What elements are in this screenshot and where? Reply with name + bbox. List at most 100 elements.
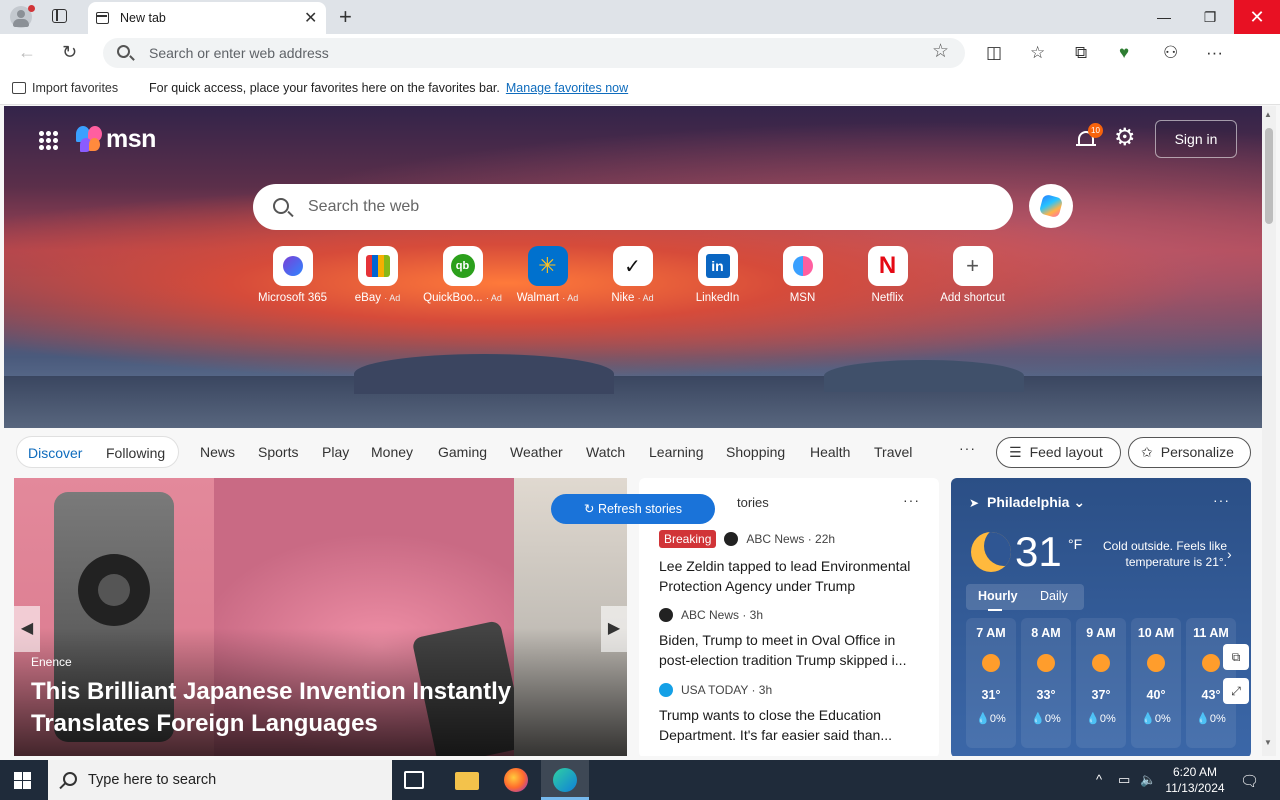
feed-nav: Discover Following News Sports Play Mone… [4, 432, 1262, 472]
nav-shopping[interactable]: Shopping [726, 444, 785, 460]
shortcut-label: Nike [611, 292, 635, 304]
collections-icon[interactable]: ⧉ [1075, 43, 1087, 63]
story-headline[interactable]: This Brilliant Japanese Invention Instan… [31, 676, 611, 740]
shortcut-ebay[interactable]: eBay · Ad [335, 246, 420, 304]
web-search-box[interactable]: Search the web [253, 184, 1013, 230]
feed-layout-button[interactable]: ☰ Feed layout [996, 437, 1121, 468]
settings-gear-icon[interactable]: ⚙ [1114, 126, 1136, 150]
copilot-button[interactable] [1029, 184, 1073, 228]
clock[interactable]: 6:20 AM 11/13/2024 [1160, 764, 1230, 796]
split-screen-icon[interactable]: ◫ [986, 43, 1002, 63]
network-icon[interactable]: ▭ [1118, 772, 1130, 788]
featured-story-card[interactable]: Enence This Brilliant Japanese Invention… [14, 478, 627, 756]
weather-more-button[interactable]: ··· [1213, 492, 1230, 508]
chevron-down-icon: ⌄ [1073, 494, 1086, 510]
scroll-up-icon[interactable]: ▲ [1264, 110, 1272, 119]
top-stories-more-button[interactable]: ··· [903, 492, 920, 508]
sign-in-button[interactable]: Sign in [1155, 120, 1237, 158]
address-bar[interactable]: Search or enter web address ☆ [103, 38, 965, 68]
story-title: Trump wants to close the Education Depar… [659, 707, 893, 743]
nav-learning[interactable]: Learning [649, 444, 704, 460]
web-search-input[interactable]: Search the web [308, 198, 419, 216]
tab-daily[interactable]: Daily [1040, 589, 1068, 603]
scroll-thumb[interactable] [1265, 128, 1273, 224]
refresh-icon[interactable]: ↻ [62, 42, 77, 63]
firefox-icon[interactable] [504, 768, 528, 792]
manage-favorites-link[interactable]: Manage favorites now [506, 81, 628, 95]
shortcut-nike[interactable]: ✓ Nike · Ad [590, 246, 675, 304]
close-tab-icon[interactable]: ✕ [304, 8, 317, 28]
windows-start-icon[interactable] [14, 772, 31, 789]
scroll-down-icon[interactable]: ▼ [1264, 738, 1272, 747]
refresh-stories-button[interactable]: ↻ Refresh stories [551, 494, 715, 524]
weather-location[interactable]: Philadelphia ⌄ [987, 494, 1085, 511]
nav-weather[interactable]: Weather [510, 444, 563, 460]
favorite-star-icon[interactable]: ☆ [932, 40, 949, 63]
msn-logo[interactable]: msn [76, 124, 156, 154]
tab-following[interactable]: Following [106, 445, 165, 461]
browser-essentials-icon[interactable]: ♥ [1119, 43, 1129, 63]
restore-button[interactable]: ❐ [1187, 0, 1233, 34]
edge-icon[interactable] [553, 768, 577, 792]
hour-rain: 💧0% [976, 713, 1006, 725]
nav-news[interactable]: News [200, 444, 235, 460]
taskbar-search-input[interactable]: Type here to search [88, 772, 216, 788]
nav-sports[interactable]: Sports [258, 444, 298, 460]
hour-column: 10 AM 40° 💧0% [1131, 618, 1181, 748]
nav-money[interactable]: Money [371, 444, 413, 460]
file-explorer-icon[interactable] [455, 772, 479, 790]
nav-travel[interactable]: Travel [874, 444, 912, 460]
back-icon[interactable]: ← [18, 42, 36, 63]
task-view-icon[interactable] [404, 771, 424, 789]
new-tab-button[interactable]: + [339, 4, 352, 30]
nav-gaming[interactable]: Gaming [438, 444, 487, 460]
close-window-button[interactable]: ✕ [1234, 0, 1280, 34]
minimize-button[interactable]: — [1141, 0, 1187, 34]
taskbar-search-box[interactable]: Type here to search [48, 760, 392, 800]
volume-icon[interactable]: 🔈 [1140, 772, 1156, 788]
tab-actions-icon[interactable] [52, 9, 67, 23]
sun-icon [1202, 654, 1220, 672]
tab-title: New tab [120, 11, 166, 25]
story-item[interactable]: USA TODAY · 3h Trump wants to close the … [659, 683, 929, 745]
shortcut-microsoft365[interactable]: Microsoft 365 [250, 246, 335, 304]
nav-more-button[interactable]: ··· [959, 440, 976, 456]
shortcut-netflix[interactable]: N Netflix [845, 246, 930, 304]
import-favorites-button[interactable]: Import favorites [12, 81, 118, 95]
shortcut-row: Microsoft 365 eBay · Ad qb QuickBoo... ·… [250, 246, 1030, 306]
favorites-icon[interactable]: ☆ [1030, 43, 1045, 63]
nav-health[interactable]: Health [810, 444, 850, 460]
tab-new-tab[interactable]: New tab ✕ [88, 2, 326, 34]
tray-overflow-icon[interactable]: ^ [1096, 772, 1102, 787]
carousel-prev-button[interactable]: ◀ [14, 606, 40, 652]
page-scrollbar[interactable]: ▲ ▼ [1262, 106, 1276, 756]
shortcut-quickbooks[interactable]: qb QuickBoo... · Ad [420, 246, 505, 304]
nav-watch[interactable]: Watch [586, 444, 625, 460]
shortcut-walmart[interactable]: ✳ Walmart · Ad [505, 246, 590, 304]
expand-icon[interactable]: ⤢ [1223, 678, 1249, 704]
favbar-text: For quick access, place your favorites h… [149, 81, 500, 95]
shortcut-add[interactable]: + Add shortcut [930, 246, 1015, 304]
pop-out-icon[interactable]: ⧉ [1223, 644, 1249, 670]
copilot-icon [1038, 193, 1064, 219]
tab-hourly[interactable]: Hourly [978, 589, 1018, 611]
story-item[interactable]: ABC News · 3h Biden, Trump to meet in Ov… [659, 608, 929, 670]
favorites-bar: Import favorites For quick access, place… [0, 72, 1280, 105]
app-launcher-icon[interactable] [38, 130, 58, 150]
chevron-right-icon[interactable]: › [1227, 546, 1232, 562]
address-input[interactable]: Search or enter web address [149, 45, 329, 61]
profile-icon[interactable] [10, 5, 35, 28]
carousel-next-button[interactable]: ▶ [601, 606, 627, 652]
extensions-icon[interactable]: ⚇ [1163, 43, 1178, 63]
settings-more-icon[interactable]: ··· [1206, 43, 1223, 63]
story-item[interactable]: Breaking ABC News · 22h Lee Zeldin tapped… [659, 530, 929, 596]
personalize-button[interactable]: ✩ Personalize [1128, 437, 1251, 468]
shortcut-msn[interactable]: MSN [760, 246, 845, 304]
notifications-bell-icon[interactable]: 10 [1076, 123, 1103, 150]
notifications-icon[interactable]: 🗨 [1240, 772, 1259, 790]
shortcut-linkedin[interactable]: in LinkedIn [675, 246, 760, 304]
ad-marker: · Ad [637, 293, 654, 303]
hour-temp: 33° [1036, 688, 1056, 702]
tab-discover[interactable]: Discover [28, 445, 82, 461]
nav-play[interactable]: Play [322, 444, 349, 460]
